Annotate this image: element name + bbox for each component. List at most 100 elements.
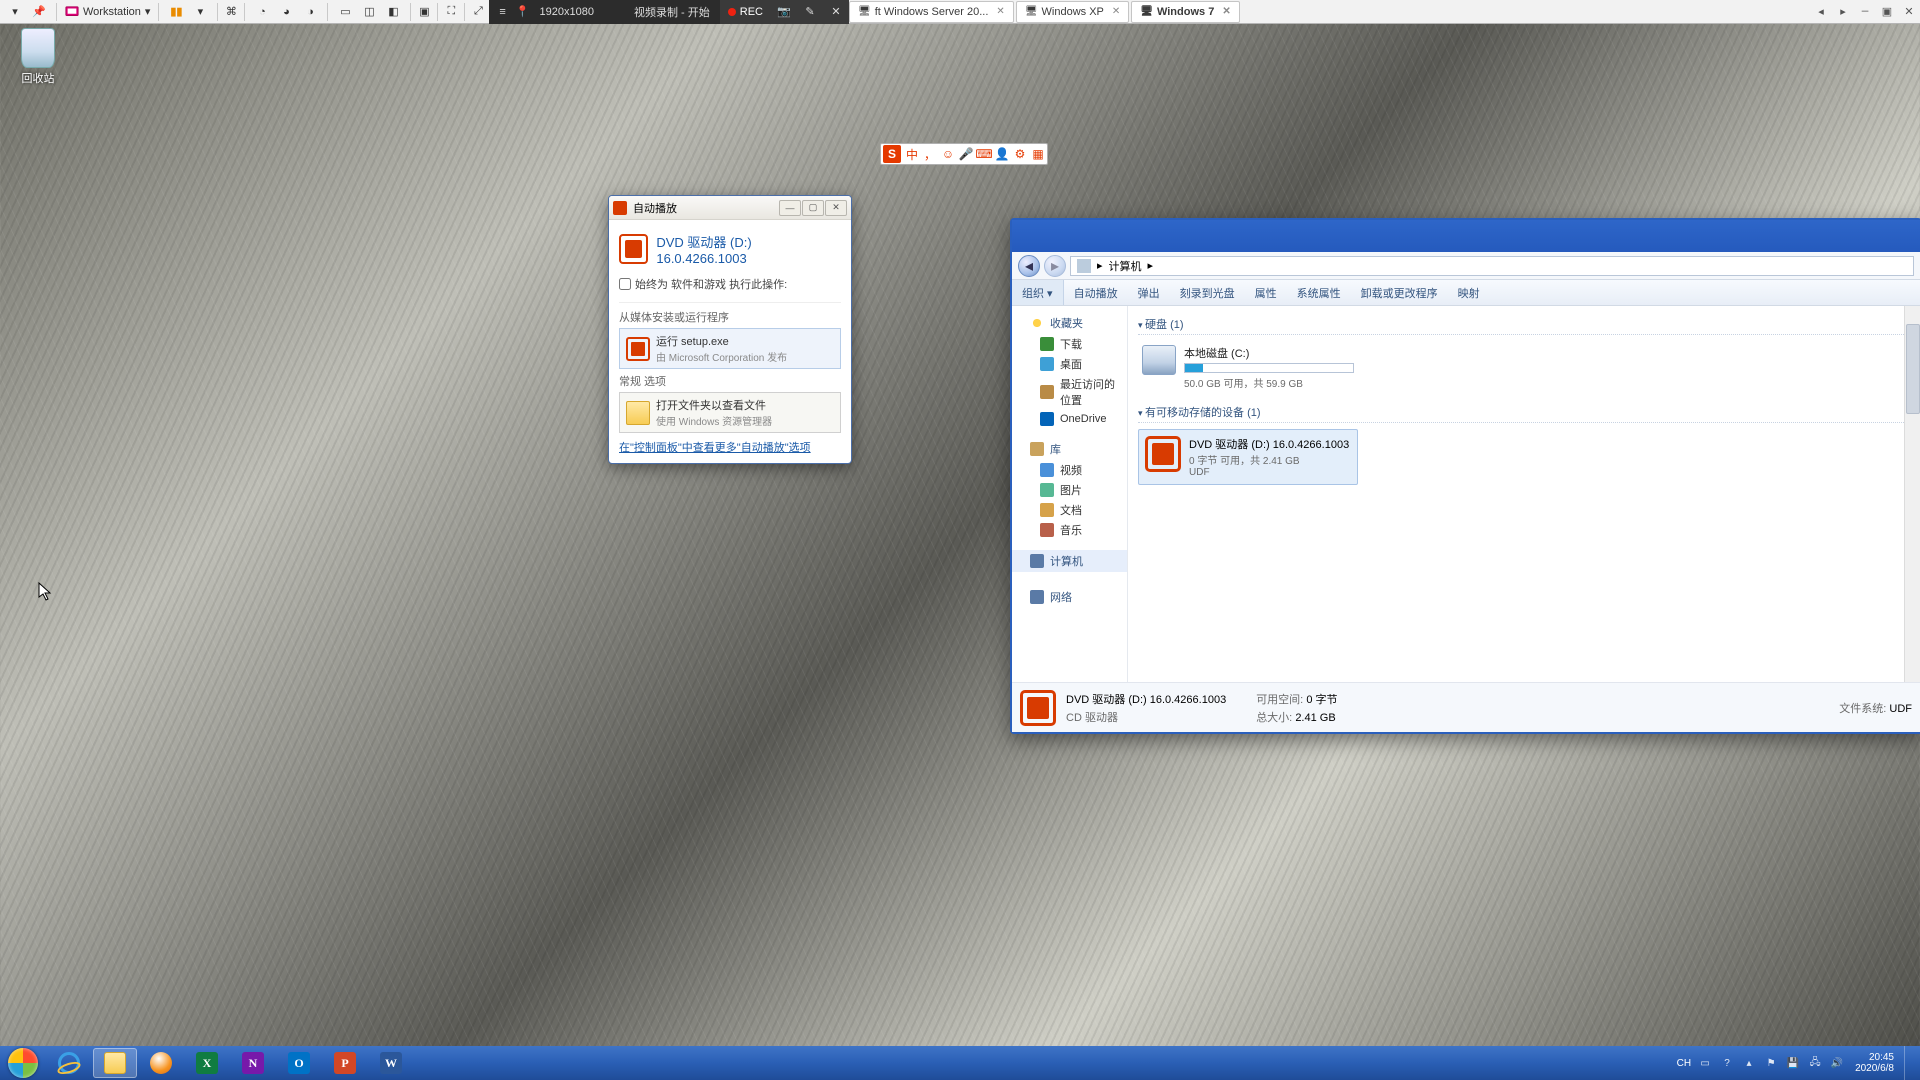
vm-tab[interactable]: 🖥Windows 7✕ bbox=[1131, 1, 1239, 23]
tray-lang[interactable]: CH bbox=[1677, 1058, 1691, 1069]
revert-icon[interactable]: ◑ bbox=[299, 1, 321, 23]
pin2-icon[interactable]: 📍 bbox=[516, 5, 530, 18]
explorer-titlebar[interactable] bbox=[1012, 220, 1920, 252]
unity-icon[interactable]: ▣ bbox=[413, 1, 435, 23]
taskbar-powerpoint[interactable]: P bbox=[323, 1048, 367, 1078]
tray-volume-icon[interactable]: 🔊 bbox=[1829, 1055, 1845, 1071]
nav-documents[interactable]: 文档 bbox=[1012, 500, 1127, 520]
autoplay-open-folder[interactable]: 打开文件夹以查看文件 使用 Windows 资源管理器 bbox=[619, 392, 841, 433]
camera-icon[interactable]: 📷 bbox=[771, 0, 797, 24]
nav-onedrive[interactable]: OneDrive bbox=[1012, 410, 1127, 428]
stretch-icon[interactable]: ⤢ bbox=[467, 1, 489, 23]
nav-computer[interactable]: 计算机 bbox=[1012, 550, 1127, 572]
close-btn[interactable]: ✕ bbox=[1898, 1, 1920, 23]
autoplay-run-setup[interactable]: 运行 setup.exe 由 Microsoft Corporation 发布 bbox=[619, 328, 841, 369]
ime-menu-icon[interactable]: ▦ bbox=[1029, 145, 1047, 163]
toolbar-item[interactable]: 系统属性 bbox=[1287, 285, 1351, 301]
pin-icon[interactable]: 📌 bbox=[28, 1, 50, 23]
content-scrollbar[interactable] bbox=[1904, 306, 1920, 682]
view-single-icon[interactable]: ▭ bbox=[334, 1, 356, 23]
autoplay-always-checkbox[interactable]: 始终为 软件和游戏 执行此操作: bbox=[619, 276, 841, 292]
toolbar-item[interactable]: 刻录到光盘 bbox=[1170, 285, 1245, 301]
ime-tool-icon[interactable]: ⚙ bbox=[1011, 145, 1029, 163]
autoplay-max-btn[interactable]: ▢ bbox=[802, 200, 824, 216]
sogou-logo-icon[interactable]: S bbox=[883, 145, 901, 163]
view-multi-icon[interactable]: ◧ bbox=[382, 1, 404, 23]
taskbar-outlook[interactable]: O bbox=[277, 1048, 321, 1078]
tab-close-icon[interactable]: ✕ bbox=[1112, 6, 1120, 17]
nav-downloads[interactable]: 下载 bbox=[1012, 334, 1127, 354]
show-desktop-btn[interactable] bbox=[1904, 1046, 1914, 1080]
snapshot-manager-icon[interactable]: ◕ bbox=[275, 1, 297, 23]
nav-back-btn[interactable]: ◂ bbox=[1018, 255, 1040, 277]
breadcrumb-computer[interactable]: 计算机 bbox=[1109, 258, 1142, 274]
toolbar-item[interactable]: 属性 bbox=[1245, 285, 1287, 301]
taskbar-wmp[interactable] bbox=[139, 1048, 183, 1078]
taskbar-word[interactable]: W bbox=[369, 1048, 413, 1078]
snapshot-icon[interactable]: ◔ bbox=[251, 1, 273, 23]
nav-favorites[interactable]: 收藏夹 bbox=[1012, 312, 1127, 334]
autoplay-titlebar[interactable]: 自动播放 — ▢ ✕ bbox=[609, 196, 851, 220]
start-button[interactable] bbox=[0, 1046, 46, 1080]
nav-recent[interactable]: 最近访问的位置 bbox=[1012, 374, 1127, 410]
toolbar-organize[interactable]: 组织 ▾ bbox=[1012, 280, 1064, 305]
nav-pictures[interactable]: 图片 bbox=[1012, 480, 1127, 500]
autoplay-close-btn[interactable]: ✕ bbox=[825, 200, 847, 216]
drive-dvd[interactable]: DVD 驱动器 (D:) 16.0.4266.1003 0 字节 可用，共 2.… bbox=[1138, 429, 1358, 485]
nav-libraries[interactable]: 库 bbox=[1012, 438, 1127, 460]
nav-fwd-btn[interactable]: ▸ bbox=[1044, 255, 1066, 277]
taskbar-excel[interactable]: X bbox=[185, 1048, 229, 1078]
ime-kbd-icon[interactable]: ⌨ bbox=[975, 145, 993, 163]
tray-clock[interactable]: 20:45 2020/6/8 bbox=[1851, 1052, 1898, 1074]
close-dark-icon[interactable]: ✕ bbox=[823, 0, 849, 24]
tray-drive-icon[interactable]: 💾 bbox=[1785, 1055, 1801, 1071]
taskbar-onenote[interactable]: N bbox=[231, 1048, 275, 1078]
nav-videos[interactable]: 视频 bbox=[1012, 460, 1127, 480]
tray-expand-icon[interactable]: ▴ bbox=[1741, 1055, 1757, 1071]
autoplay-min-btn[interactable]: — bbox=[779, 200, 801, 216]
group-hdd-header[interactable]: 硬盘 (1) bbox=[1138, 316, 1910, 335]
ime-face-icon[interactable]: ☺ bbox=[939, 145, 957, 163]
ime-punct-icon[interactable]: ， bbox=[921, 145, 939, 163]
pen-icon[interactable]: ✎ bbox=[797, 0, 823, 24]
hamburger-icon[interactable]: ≡ bbox=[499, 6, 505, 18]
send-keys-icon[interactable]: ⌘ bbox=[220, 1, 242, 23]
power-menu-icon[interactable]: ▾ bbox=[189, 1, 211, 23]
nav-music[interactable]: 音乐 bbox=[1012, 520, 1127, 540]
toolbar-item[interactable]: 自动播放 bbox=[1064, 285, 1128, 301]
fullscreen-icon[interactable]: ⛶ bbox=[440, 1, 462, 23]
vm-tab[interactable]: 🖥Windows XP✕ bbox=[1016, 1, 1129, 23]
workstation-menu[interactable]: Workstation ▾ bbox=[59, 1, 156, 23]
tabs-scroll-left-icon[interactable]: ◂ bbox=[1810, 1, 1832, 23]
address-box[interactable]: ▸ 计算机 ▸ bbox=[1070, 256, 1914, 276]
toolbar-item[interactable]: 卸载或更改程序 bbox=[1351, 285, 1448, 301]
autoplay-control-panel-link[interactable]: 在"控制面板"中查看更多"自动播放"选项 bbox=[619, 442, 811, 454]
tabs-scroll-right-icon[interactable]: ▸ bbox=[1832, 1, 1854, 23]
toolbar-item[interactable]: 弹出 bbox=[1128, 285, 1170, 301]
drive-c[interactable]: 本地磁盘 (C:) 50.0 GB 可用，共 59.9 GB bbox=[1138, 341, 1358, 394]
view-split-icon[interactable]: ◫ bbox=[358, 1, 380, 23]
ime-language[interactable]: 中 bbox=[903, 146, 921, 163]
tray-network-icon[interactable]: 🖧 bbox=[1807, 1055, 1823, 1071]
toolbar-item[interactable]: 映射 bbox=[1448, 285, 1490, 301]
restore-btn[interactable]: ▣ bbox=[1876, 1, 1898, 23]
taskbar-ie[interactable] bbox=[47, 1048, 91, 1078]
tray-action-icon[interactable]: ⚑ bbox=[1763, 1055, 1779, 1071]
nav-network[interactable]: 网络 bbox=[1012, 586, 1127, 608]
tray-help-icon[interactable]: ? bbox=[1719, 1055, 1735, 1071]
ime-user-icon[interactable]: 👤 bbox=[993, 145, 1011, 163]
recycle-bin[interactable]: 回收站 bbox=[14, 28, 62, 86]
ime-mic-icon[interactable]: 🎤 bbox=[957, 145, 975, 163]
minimize-btn[interactable]: — bbox=[1854, 1, 1876, 23]
vm-tab[interactable]: 🖥ft Windows Server 20...✕ bbox=[849, 1, 1014, 23]
tray-battery-icon[interactable]: ▭ bbox=[1697, 1055, 1713, 1071]
nav-desktop[interactable]: 桌面 bbox=[1012, 354, 1127, 374]
tab-close-icon[interactable]: ✕ bbox=[996, 6, 1004, 17]
pause-icon[interactable]: ▮▮ bbox=[165, 1, 187, 23]
group-removable-header[interactable]: 有可移动存储的设备 (1) bbox=[1138, 404, 1910, 423]
dropdown-left-icon[interactable]: ▾ bbox=[4, 1, 26, 23]
autoplay-always-input[interactable] bbox=[619, 278, 631, 290]
ime-toolbar[interactable]: S 中 ， ☺ 🎤 ⌨ 👤 ⚙ ▦ bbox=[880, 143, 1048, 165]
taskbar-explorer[interactable] bbox=[93, 1048, 137, 1078]
tab-close-icon[interactable]: ✕ bbox=[1222, 6, 1230, 17]
